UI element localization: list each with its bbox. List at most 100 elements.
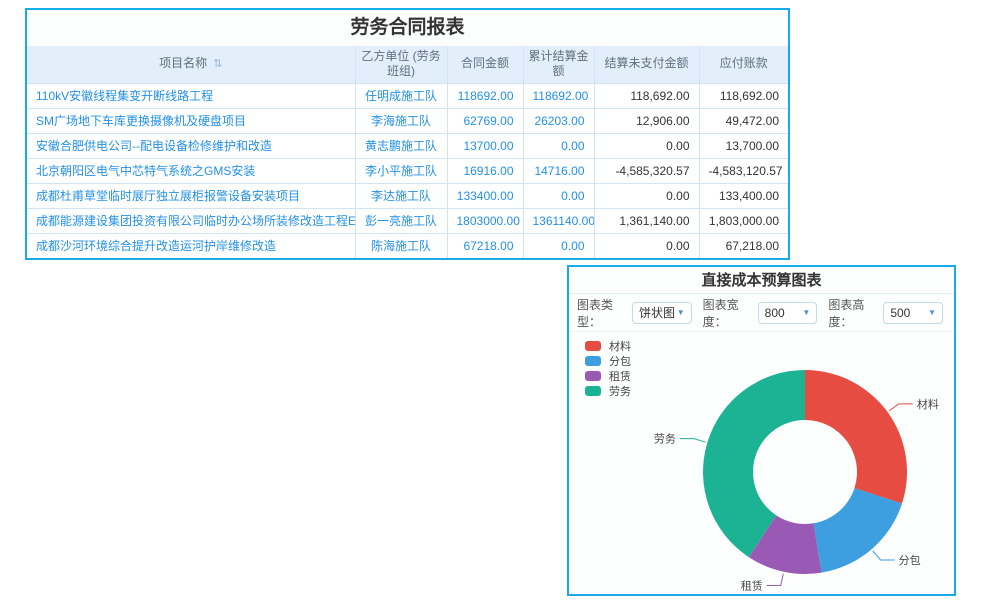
table-body: 110kV安徽线程集变开断线路工程 任明成施工队 118692.00 11869… [27,83,788,258]
legend-marker [585,371,601,381]
chart-height-value: 500 [890,306,910,320]
slice-label: 租赁 [741,578,763,592]
column-header-accounts-payable: 应付账款 [699,46,788,83]
accounts-payable-cell: -4,583,120.57 [699,158,788,183]
chart-area: 材料分包租赁劳务 材料分包租赁劳务 [569,332,954,594]
settled-total-cell: 118692.00 [523,83,594,108]
label-leader-line [873,551,895,560]
contract-amount-cell: 62769.00 [447,108,523,133]
legend-item-3[interactable]: 劳务 [585,383,631,398]
party-b-unit-cell: 李小平施工队 [355,158,447,183]
slice-label: 劳务 [654,433,676,446]
accounts-payable-cell: 133,400.00 [699,183,788,208]
settled-unpaid-cell: 0.00 [594,133,699,158]
chart-type-select[interactable]: 饼状图 ▼ [632,302,692,324]
chart-height-control: 图表高度： 500 ▼ [828,296,943,330]
legend-item-0[interactable]: 材料 [585,338,631,353]
legend-label: 劳务 [609,383,631,399]
table-row[interactable]: 成都能源建设集团投资有限公司临时办公场所装修改造工程EPC 彭一亮施工队 180… [27,208,788,233]
accounts-payable-cell: 49,472.00 [699,108,788,133]
chart-width-control: 图表宽度： 800 ▼ [703,296,818,330]
project-name-cell[interactable]: SM广场地下车库更换摄像机及硬盘项目 [27,108,355,133]
table-row[interactable]: 成都杜甫草堂临时展厅独立展柜报警设备安装项目 李达施工队 133400.00 0… [27,183,788,208]
table-row[interactable]: 北京朝阳区电气中芯特气系统之GMS安装 李小平施工队 16916.00 1471… [27,158,788,183]
contract-amount-cell: 67218.00 [447,233,523,258]
cost-budget-chart-panel: 直接成本预算图表 图表类型： 饼状图 ▼ 图表宽度： 800 ▼ 图表高度： 5… [567,265,956,596]
accounts-payable-cell: 1,803,000.00 [699,208,788,233]
settled-unpaid-cell: 12,906.00 [594,108,699,133]
chart-height-select[interactable]: 500 ▼ [883,302,943,324]
legend-label: 租赁 [609,368,631,384]
contract-amount-cell: 118692.00 [447,83,523,108]
settled-unpaid-cell: 0.00 [594,183,699,208]
accounts-payable-cell: 67,218.00 [699,233,788,258]
column-header-settled-total: 累计结算金额 [523,46,594,83]
label-leader-line [889,404,913,411]
settled-total-cell: 0.00 [523,183,594,208]
party-b-unit-cell: 黄志鹏施工队 [355,133,447,158]
labor-contract-report-panel: 劳务合同报表 项目名称⇅ 乙方单位 (劳务班组) 合同金额 累计结算金额 结算未… [25,8,790,260]
report-title: 劳务合同报表 [27,10,788,46]
legend-item-1[interactable]: 分包 [585,353,631,368]
chart-legend: 材料分包租赁劳务 [585,338,631,398]
chevron-down-icon: ▼ [677,308,685,317]
settled-total-cell: 0.00 [523,233,594,258]
settled-unpaid-cell: 0.00 [594,233,699,258]
project-name-cell[interactable]: 成都能源建设集团投资有限公司临时办公场所装修改造工程EPC [27,208,355,233]
contract-amount-cell: 133400.00 [447,183,523,208]
contract-amount-cell: 13700.00 [447,133,523,158]
project-name-cell[interactable]: 成都杜甫草堂临时展厅独立展柜报警设备安装项目 [27,183,355,208]
project-name-cell[interactable]: 安徽合肥供电公司--配电设备检修维护和改造 [27,133,355,158]
settled-total-cell: 26203.00 [523,108,594,133]
table-row[interactable]: SM广场地下车库更换摄像机及硬盘项目 李海施工队 62769.00 26203.… [27,108,788,133]
chart-title: 直接成本预算图表 [569,267,954,294]
column-header-label: 项目名称 [159,56,207,70]
settled-unpaid-cell: -4,585,320.57 [594,158,699,183]
chevron-down-icon: ▼ [928,308,936,317]
project-name-cell[interactable]: 北京朝阳区电气中芯特气系统之GMS安装 [27,158,355,183]
project-name-cell[interactable]: 110kV安徽线程集变开断线路工程 [27,83,355,108]
table-row[interactable]: 安徽合肥供电公司--配电设备检修维护和改造 黄志鹏施工队 13700.00 0.… [27,133,788,158]
chevron-down-icon: ▼ [802,308,810,317]
chart-type-value: 饼状图 [639,304,675,321]
legend-item-2[interactable]: 租赁 [585,368,631,383]
chart-height-label: 图表高度： [828,296,877,330]
label-leader-line [767,574,784,586]
table-header-row: 项目名称⇅ 乙方单位 (劳务班组) 合同金额 累计结算金额 结算未支付金额 应付… [27,46,788,83]
contracts-table: 项目名称⇅ 乙方单位 (劳务班组) 合同金额 累计结算金额 结算未支付金额 应付… [27,46,788,258]
legend-marker [585,341,601,351]
label-leader-line [680,439,705,442]
contract-amount-cell: 16916.00 [447,158,523,183]
party-b-unit-cell: 李海施工队 [355,108,447,133]
legend-marker [585,356,601,366]
accounts-payable-cell: 118,692.00 [699,83,788,108]
chart-width-label: 图表宽度： [703,296,752,330]
sort-icon[interactable]: ⇅ [213,58,222,70]
table-row[interactable]: 110kV安徽线程集变开断线路工程 任明成施工队 118692.00 11869… [27,83,788,108]
party-b-unit-cell: 李达施工队 [355,183,447,208]
contract-amount-cell: 1803000.00 [447,208,523,233]
slice-label: 分包 [899,554,921,567]
chart-type-label: 图表类型： [577,296,626,330]
party-b-unit-cell: 任明成施工队 [355,83,447,108]
chart-width-value: 800 [765,306,785,320]
settled-total-cell: 14716.00 [523,158,594,183]
settled-unpaid-cell: 118,692.00 [594,83,699,108]
project-name-cell[interactable]: 成都沙河环境综合提升改造运河护岸维修改造 [27,233,355,258]
legend-label: 分包 [609,353,631,369]
settled-total-cell: 0.00 [523,133,594,158]
slice-label: 材料 [917,397,939,411]
accounts-payable-cell: 13,700.00 [699,133,788,158]
party-b-unit-cell: 陈海施工队 [355,233,447,258]
column-header-project-name[interactable]: 项目名称 ⇅ [27,46,355,83]
column-header-contract-amount: 合同金额 [447,46,523,83]
legend-marker [585,386,601,396]
chart-width-select[interactable]: 800 ▼ [758,302,818,324]
settled-unpaid-cell: 1,361,140.00 [594,208,699,233]
table-row[interactable]: 成都沙河环境综合提升改造运河护岸维修改造 陈海施工队 67218.00 0.00… [27,233,788,258]
pie-slice-0[interactable] [805,370,907,504]
legend-label: 材料 [609,338,631,354]
column-header-settled-unpaid: 结算未支付金额 [594,46,699,83]
settled-total-cell: 1361140.00 [523,208,594,233]
party-b-unit-cell: 彭一亮施工队 [355,208,447,233]
